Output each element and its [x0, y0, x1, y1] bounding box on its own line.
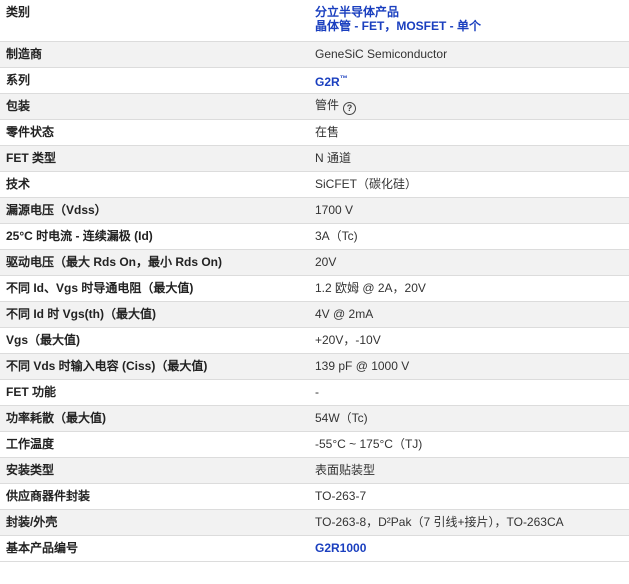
- attribute-label: 不同 Vds 时输入电容 (Ciss)（最大值): [0, 353, 307, 380]
- category-link-discrete[interactable]: 分立半导体产品: [315, 5, 623, 19]
- attribute-label: 基本产品编号: [0, 535, 307, 562]
- table-row-supplier-package: 供应商器件封装 TO-263-7: [0, 483, 629, 510]
- packaging-value: 管件: [315, 97, 340, 112]
- attribute-label: 类别: [0, 0, 307, 42]
- trademark-symbol: ™: [339, 73, 348, 83]
- table-row-vgs-max: Vgs（最大值) +20V，-10V: [0, 327, 629, 354]
- attribute-value: -: [307, 379, 629, 406]
- manufacturer-value: GeneSiC Semiconductor: [307, 41, 629, 68]
- attribute-label: 不同 Id 时 Vgs(th)（最大值): [0, 301, 307, 328]
- attribute-label: 安装类型: [0, 457, 307, 484]
- base-product-link[interactable]: G2R1000: [315, 541, 366, 555]
- attribute-label: 漏源电压（Vdss）: [0, 197, 307, 224]
- attribute-value: 1700 V: [307, 197, 629, 224]
- attribute-value: 139 pF @ 1000 V: [307, 353, 629, 380]
- table-row-packaging: 包装 管件?: [0, 93, 629, 120]
- attribute-value: 4V @ 2mA: [307, 301, 629, 328]
- attribute-label: 系列: [0, 67, 307, 94]
- help-icon[interactable]: ?: [343, 101, 357, 115]
- table-row-technology: 技术 SiCFET（碳化硅）: [0, 171, 629, 198]
- table-row-operating-temp: 工作温度 -55°C ~ 175°C（TJ): [0, 431, 629, 458]
- attribute-label: Vgs（最大值): [0, 327, 307, 354]
- attribute-label: 制造商: [0, 41, 307, 68]
- table-row-fet-type: FET 类型 N 通道: [0, 145, 629, 172]
- table-row-power-dissipation: 功率耗散（最大值) 54W（Tc): [0, 405, 629, 432]
- series-name: G2R: [315, 74, 340, 89]
- table-row-base-product-number: 基本产品编号 G2R1000: [0, 535, 629, 562]
- product-attributes-table: 类别 分立半导体产品 晶体管 - FET，MOSFET - 单个 制造商 Gen…: [0, 0, 629, 562]
- attribute-label: 驱动电压（最大 Rds On，最小 Rds On): [0, 249, 307, 276]
- table-row-vgs-th: 不同 Id 时 Vgs(th)（最大值) 4V @ 2mA: [0, 301, 629, 328]
- table-row-series: 系列 G2R™: [0, 67, 629, 94]
- table-row-manufacturer: 制造商 GeneSiC Semiconductor: [0, 41, 629, 68]
- attribute-label: FET 功能: [0, 379, 307, 406]
- table-row-vdss: 漏源电压（Vdss） 1700 V: [0, 197, 629, 224]
- attribute-label: 不同 Id、Vgs 时导通电阻（最大值): [0, 275, 307, 302]
- attribute-label: 封装/外壳: [0, 509, 307, 536]
- table-row-drive-voltage: 驱动电压（最大 Rds On，最小 Rds On) 20V: [0, 249, 629, 276]
- attribute-value: 3A（Tc): [307, 223, 629, 250]
- attribute-label: 零件状态: [0, 119, 307, 146]
- attribute-value: 表面贴装型: [307, 457, 629, 484]
- table-row-category: 类别 分立半导体产品 晶体管 - FET，MOSFET - 单个: [0, 0, 629, 42]
- table-row-rds-on: 不同 Id、Vgs 时导通电阻（最大值) 1.2 欧姆 @ 2A，20V: [0, 275, 629, 302]
- attribute-label: 功率耗散（最大值): [0, 405, 307, 432]
- attribute-value: 在售: [307, 119, 629, 146]
- attribute-label: 包装: [0, 93, 307, 120]
- table-row-mounting-type: 安装类型 表面贴装型: [0, 457, 629, 484]
- table-row-part-status: 零件状态 在售: [0, 119, 629, 146]
- attribute-value: +20V，-10V: [307, 327, 629, 354]
- attribute-value: SiCFET（碳化硅）: [307, 171, 629, 198]
- attribute-label: 工作温度: [0, 431, 307, 458]
- attribute-value: 管件?: [307, 93, 629, 120]
- attribute-value: N 通道: [307, 145, 629, 172]
- table-row-id: 25°C 时电流 - 连续漏极 (Id) 3A（Tc): [0, 223, 629, 250]
- table-row-ciss: 不同 Vds 时输入电容 (Ciss)（最大值) 139 pF @ 1000 V: [0, 353, 629, 380]
- attribute-value: 分立半导体产品 晶体管 - FET，MOSFET - 单个: [307, 0, 629, 42]
- attribute-value: TO-263-8，D²Pak（7 引线+接片），TO-263CA: [307, 509, 629, 536]
- attribute-label: 供应商器件封装: [0, 483, 307, 510]
- attribute-value: 1.2 欧姆 @ 2A，20V: [307, 275, 629, 302]
- attribute-label: 25°C 时电流 - 连续漏极 (Id): [0, 223, 307, 250]
- category-link-mosfet[interactable]: 晶体管 - FET，MOSFET - 单个: [315, 19, 623, 33]
- attribute-value: 20V: [307, 249, 629, 276]
- series-link[interactable]: G2R™: [315, 73, 348, 89]
- attribute-value: -55°C ~ 175°C（TJ): [307, 431, 629, 458]
- attribute-label: 技术: [0, 171, 307, 198]
- table-row-package-case: 封装/外壳 TO-263-8，D²Pak（7 引线+接片），TO-263CA: [0, 509, 629, 536]
- attribute-value: 54W（Tc): [307, 405, 629, 432]
- attribute-value: TO-263-7: [307, 483, 629, 510]
- table-row-fet-feature: FET 功能 -: [0, 379, 629, 406]
- attribute-label: FET 类型: [0, 145, 307, 172]
- attribute-value: G2R™: [307, 67, 629, 94]
- attribute-value: G2R1000: [307, 535, 629, 562]
